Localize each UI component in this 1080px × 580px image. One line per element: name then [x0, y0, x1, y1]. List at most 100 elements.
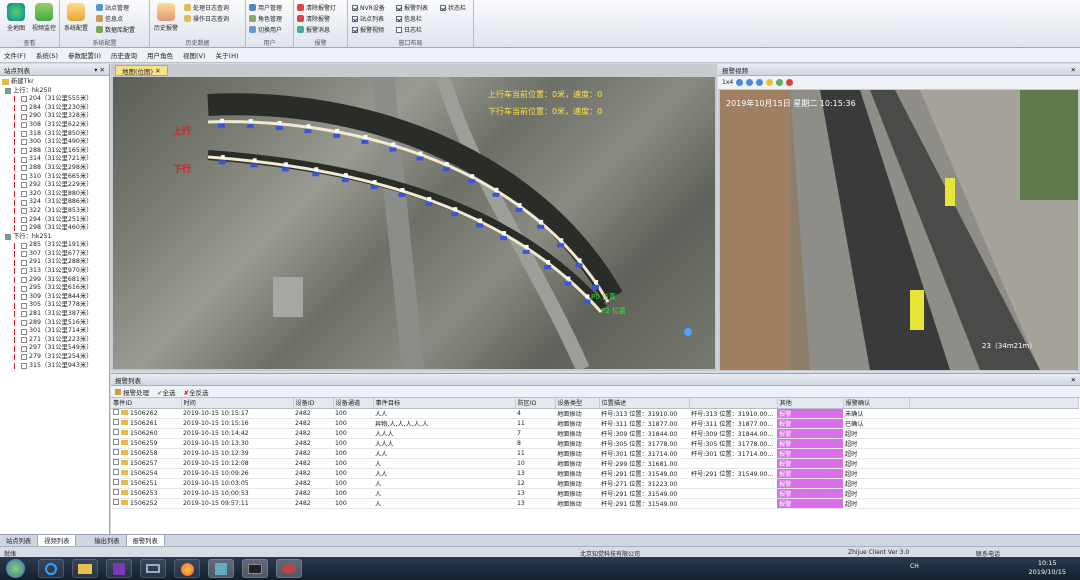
- table-row[interactable]: 1506252 2019-10-15 09:57:11 2482 100 人 13 地面振动…: [111, 498, 1079, 509]
- menu-history[interactable]: 历史查询: [111, 50, 137, 60]
- camera-view[interactable]: 2019年10月15日 星期二 10:15:36 23（34m21m）: [720, 90, 1078, 370]
- switch-user-button[interactable]: 切换用户: [249, 25, 282, 34]
- column-header[interactable]: 位置描述: [599, 398, 690, 409]
- lang-indicator[interactable]: CH: [910, 563, 919, 570]
- tree-item[interactable]: 299（31公里681米）: [2, 276, 107, 285]
- sensor-marker[interactable]: [539, 219, 544, 224]
- row-checkbox[interactable]: [113, 429, 119, 435]
- client-app-icon[interactable]: [208, 559, 234, 578]
- tab-output-list[interactable]: 输出列表: [88, 535, 127, 546]
- tree-item[interactable]: 281（31公里387米）: [2, 310, 107, 319]
- toggle-status-bar[interactable]: 状态栏: [440, 3, 466, 12]
- sensor-marker[interactable]: [524, 244, 529, 249]
- invert-select-button[interactable]: ✘全反选: [184, 387, 209, 397]
- sensor-marker[interactable]: [219, 118, 224, 123]
- stop-icon[interactable]: [756, 79, 764, 86]
- tab-map[interactable]: 地图(位图) ✕: [115, 65, 168, 76]
- tree-item[interactable]: 298（31公里460米）: [2, 224, 107, 233]
- pause-icon[interactable]: [746, 79, 754, 86]
- app-icon[interactable]: [140, 559, 166, 578]
- table-row[interactable]: 1506254 2019-10-15 10:09:26 2482 100 人人 13 地面振…: [111, 468, 1079, 479]
- column-header[interactable]: 设备通道: [333, 398, 374, 409]
- row-checkbox[interactable]: [113, 459, 119, 465]
- table-row[interactable]: 1506251 2019-10-15 10:03:05 2482 100 人 12 地面振动…: [111, 478, 1079, 489]
- tree-item[interactable]: 290（31公里328米）: [2, 112, 107, 121]
- process-alarm-button[interactable]: 报警处理: [115, 387, 149, 397]
- tab-video-list[interactable]: 视频列表: [38, 535, 77, 546]
- sensor-marker[interactable]: [335, 128, 340, 133]
- row-checkbox[interactable]: [113, 419, 119, 425]
- toggle-info-bar[interactable]: 信息栏: [396, 14, 422, 23]
- column-header[interactable]: 设备类型: [555, 398, 600, 409]
- tree-item[interactable]: 301（31公里714米）: [2, 327, 107, 336]
- snapshot-icon[interactable]: [766, 79, 774, 86]
- sensor-marker[interactable]: [343, 173, 348, 178]
- firefox-icon[interactable]: [174, 559, 200, 578]
- menu-file[interactable]: 文件(F): [4, 50, 26, 60]
- column-header[interactable]: 事件ID: [111, 398, 182, 409]
- menu-system[interactable]: 系统(S): [36, 50, 58, 60]
- tree-item[interactable]: 289（31公里516米）: [2, 319, 107, 328]
- sensor-marker[interactable]: [252, 158, 257, 163]
- sensor-marker[interactable]: [444, 162, 449, 167]
- tree-item[interactable]: 295（31公里616米）: [2, 284, 107, 293]
- column-header[interactable]: 防区ID: [515, 398, 556, 409]
- tree-item[interactable]: 300（31公里490米）: [2, 138, 107, 147]
- system-clock[interactable]: 10:15 2019/10/15: [1029, 559, 1066, 577]
- record-icon[interactable]: [776, 79, 784, 86]
- tree-item[interactable]: 297（31公里549米）: [2, 344, 107, 353]
- tree-item[interactable]: 204（31公里555米）: [2, 95, 107, 104]
- role-manage-button[interactable]: 角色管理: [249, 14, 282, 23]
- close-stream-icon[interactable]: [786, 79, 794, 86]
- sensor-marker[interactable]: [372, 180, 377, 185]
- terminal-icon[interactable]: [242, 559, 268, 578]
- sensor-marker[interactable]: [363, 134, 368, 139]
- close-icon[interactable]: ▾ ✕: [94, 66, 105, 74]
- full-map-button[interactable]: 全地图: [2, 3, 30, 32]
- tree-root[interactable]: 新建Tkr: [2, 78, 107, 87]
- tree-item[interactable]: 285（31公里191米）: [2, 241, 107, 250]
- tool-icon[interactable]: [276, 559, 302, 578]
- tree-item[interactable]: 322（31公里853米）: [2, 207, 107, 216]
- table-row[interactable]: 1506253 2019-10-15 10:00:53 2482 100 人 13 地面振动…: [111, 488, 1079, 499]
- db-config-button[interactable]: 数据库配置: [96, 25, 135, 34]
- tab-site-list[interactable]: 站点列表: [0, 535, 39, 546]
- sensor-marker[interactable]: [594, 280, 599, 285]
- ie-icon[interactable]: [38, 559, 64, 578]
- tree-item[interactable]: 315（31公里943米）: [2, 362, 107, 371]
- table-row[interactable]: 1506261 2019-10-15 10:15:16 2482 100 异物,人,人,…: [111, 418, 1079, 429]
- tree-item[interactable]: 294（31公里251米）: [2, 216, 107, 225]
- toggle-log-bar[interactable]: 日志栏: [396, 25, 422, 34]
- operation-log-button[interactable]: 操作日志查询: [184, 14, 229, 23]
- sensor-marker[interactable]: [306, 124, 311, 129]
- row-checkbox[interactable]: [113, 469, 119, 475]
- sensor-marker[interactable]: [220, 155, 225, 160]
- tree-item[interactable]: 279（31公里254米）: [2, 353, 107, 362]
- tree-item[interactable]: 310（31公里665米）: [2, 173, 107, 182]
- tree-group-down[interactable]: 下行：hk251: [2, 233, 107, 242]
- row-checkbox[interactable]: [113, 409, 119, 415]
- sensor-marker[interactable]: [577, 258, 582, 263]
- sensor-marker[interactable]: [277, 120, 282, 125]
- table-row[interactable]: 1506258 2019-10-15 10:12:39 2482 100 人人 11 地面振…: [111, 448, 1079, 459]
- explorer-icon[interactable]: [72, 559, 98, 578]
- visual-studio-icon[interactable]: [106, 559, 132, 578]
- table-row[interactable]: 1506260 2019-10-15 10:14:42 2482 100 人人人 7 地面振…: [111, 428, 1079, 439]
- row-checkbox[interactable]: [113, 439, 119, 445]
- info-point-button[interactable]: 信息点: [96, 14, 123, 23]
- sensor-marker[interactable]: [427, 197, 432, 202]
- tree-item[interactable]: 288（31公里298米）: [2, 164, 107, 173]
- menu-params[interactable]: 参数配置(I): [68, 50, 101, 60]
- tree-item[interactable]: 318（31公里850米）: [2, 130, 107, 139]
- sensor-marker[interactable]: [470, 174, 475, 179]
- process-log-button[interactable]: 处理日志查询: [184, 3, 229, 12]
- tree-item[interactable]: 305（31公里778米）: [2, 301, 107, 310]
- sensor-marker[interactable]: [585, 294, 590, 299]
- row-checkbox[interactable]: [113, 499, 119, 505]
- select-all-button[interactable]: ✔全选: [157, 387, 175, 397]
- tree-item[interactable]: 324（31公里886米）: [2, 198, 107, 207]
- column-header[interactable]: 时间: [181, 398, 294, 409]
- tree-group-up[interactable]: 上行：hk250: [2, 87, 107, 96]
- menu-view[interactable]: 视图(V): [183, 50, 206, 60]
- close-icon[interactable]: ✕: [1071, 66, 1076, 74]
